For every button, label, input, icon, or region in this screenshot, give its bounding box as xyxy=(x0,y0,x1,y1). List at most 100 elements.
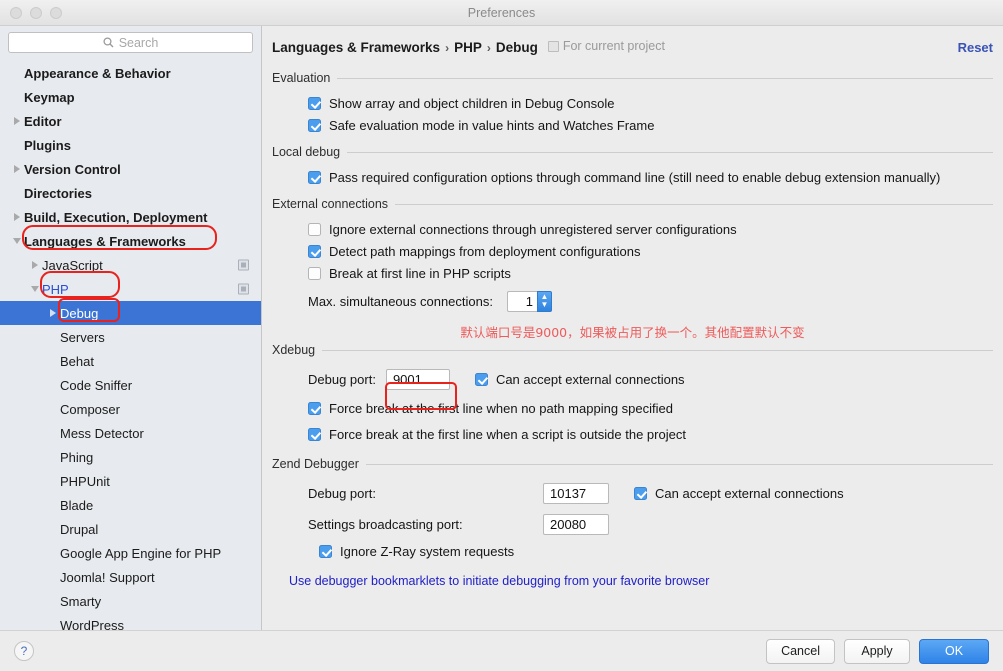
xdebug-debug-port-input[interactable]: 9001 xyxy=(385,368,450,390)
section-body: Debug port: 9001 Can accept external con… xyxy=(272,357,993,445)
search-input[interactable]: Search xyxy=(8,32,253,53)
section-rule xyxy=(365,463,993,465)
sidebar-item-google-app-engine-for-php[interactable]: Google App Engine for PHP xyxy=(0,541,261,565)
sidebar-item-blade[interactable]: Blade xyxy=(0,493,261,517)
section-xdebug: Xdebug Debug port: 9001 Can accept exter… xyxy=(272,343,993,445)
zend-accept-external-checkbox[interactable] xyxy=(634,487,647,500)
sidebar-item-label: Smarty xyxy=(60,593,102,609)
section-label: Xdebug xyxy=(272,343,316,357)
sidebar-item-phing[interactable]: Phing xyxy=(0,445,261,469)
chevron-down-icon[interactable] xyxy=(28,286,42,292)
chevron-right-icon[interactable] xyxy=(46,309,60,317)
sidebar-item-label: Composer xyxy=(60,401,120,417)
sidebar-item-composer[interactable]: Composer xyxy=(0,397,261,421)
breadcrumb-debug: Debug xyxy=(495,39,538,55)
section-evaluation: Evaluation Show array and object childre… xyxy=(272,71,993,136)
sidebar-item-directories[interactable]: Directories xyxy=(0,181,261,205)
help-button[interactable]: ? xyxy=(14,641,34,661)
max-connections-stepper[interactable]: 1 ▲ ▼ xyxy=(506,290,552,312)
checkbox-row[interactable]: Ignore external connections through unre… xyxy=(308,218,993,240)
pass-config-options-checkbox[interactable] xyxy=(308,170,321,184)
force-break-no-path-mapping-checkbox[interactable] xyxy=(308,401,321,415)
checkbox-row[interactable]: Safe evaluation mode in value hints and … xyxy=(308,114,993,136)
sidebar-item-behat[interactable]: Behat xyxy=(0,349,261,373)
sidebar-item-php[interactable]: PHP xyxy=(0,277,261,301)
settings-tree[interactable]: Appearance & Behavior Keymap Editor Plugins… xyxy=(0,57,261,630)
sidebar-item-joomla-support[interactable]: Joomla! Support xyxy=(0,565,261,589)
zend-broadcast-row: Settings broadcasting port: 20080 xyxy=(308,509,993,540)
checkbox-label: Detect path mappings from deployment con… xyxy=(329,243,641,259)
sidebar-item-phpunit[interactable]: PHPUnit xyxy=(0,469,261,493)
xdebug-accept-external-label: Can accept external connections xyxy=(495,371,685,387)
sidebar-item-debug[interactable]: Debug xyxy=(0,301,261,325)
sidebar-item-appearance-behavior[interactable]: Appearance & Behavior xyxy=(0,61,261,85)
sidebar-item-version-control[interactable]: Version Control xyxy=(0,157,261,181)
checkbox-row[interactable]: Ignore Z-Ray system requests xyxy=(308,540,993,562)
section-body: Debug port: 10137 Can accept external co… xyxy=(272,471,993,562)
project-scope-icon xyxy=(547,40,559,52)
sidebar-item-drupal[interactable]: Drupal xyxy=(0,517,261,541)
sidebar-item-mess-detector[interactable]: Mess Detector xyxy=(0,421,261,445)
sidebar-item-label: Version Control xyxy=(24,161,121,177)
max-connections-value[interactable]: 1 xyxy=(506,290,537,312)
sidebar-item-servers[interactable]: Servers xyxy=(0,325,261,349)
breadcrumb-php[interactable]: PHP xyxy=(454,40,482,55)
sidebar-item-plugins[interactable]: Plugins xyxy=(0,133,261,157)
section-title: Xdebug xyxy=(272,343,993,357)
annotation-note: 默认端口号是9000，如果被占用了换一个。其他配置默认不变 xyxy=(460,325,805,340)
apply-button[interactable]: Apply xyxy=(844,638,910,664)
chevron-right-icon[interactable] xyxy=(10,117,24,125)
breadcrumb-separator: › xyxy=(486,40,491,55)
chevron-right-icon[interactable] xyxy=(10,165,24,173)
checkbox-row[interactable]: Pass required configuration options thro… xyxy=(308,166,993,188)
sidebar-item-label: Joomla! Support xyxy=(60,569,155,585)
checkbox-row[interactable]: Break at first line in PHP scripts xyxy=(308,262,993,284)
sidebar-item-code-sniffer[interactable]: Code Sniffer xyxy=(0,373,261,397)
sidebar-item-keymap[interactable]: Keymap xyxy=(0,85,261,109)
sidebar-item-label: WordPress xyxy=(60,617,125,631)
xdebug-port-row: Debug port: 9001 Can accept external con… xyxy=(308,364,993,394)
sidebar-item-smarty[interactable]: Smarty xyxy=(0,589,261,613)
zend-broadcast-port-input[interactable]: 20080 xyxy=(543,514,609,535)
show-array-children-checkbox[interactable] xyxy=(308,96,321,110)
xdebug-accept-external-checkbox[interactable] xyxy=(474,372,488,386)
section-label: External connections xyxy=(272,197,389,211)
zend-debug-port-input[interactable]: 10137 xyxy=(543,483,609,504)
checkbox-row[interactable]: Detect path mappings from deployment con… xyxy=(308,240,993,262)
sidebar-item-build-execution-deployment[interactable]: Build, Execution, Deployment xyxy=(0,205,261,229)
break-first-line-php-checkbox[interactable] xyxy=(308,266,321,280)
sidebar-item-javascript[interactable]: JavaScript xyxy=(0,253,261,277)
ok-button[interactable]: OK xyxy=(919,638,989,664)
section-label: Local debug xyxy=(272,145,341,159)
breadcrumb-languages[interactable]: Languages & Frameworks xyxy=(272,40,440,55)
safe-evaluation-mode-checkbox[interactable] xyxy=(308,118,321,132)
dialog-footer: ? Cancel Apply OK xyxy=(0,630,1003,671)
section-label: Zend Debugger xyxy=(272,457,359,471)
title-bar: Preferences xyxy=(0,0,1003,26)
stepper-arrows[interactable]: ▲ ▼ xyxy=(536,290,552,312)
ignore-external-connections-checkbox[interactable] xyxy=(308,222,321,236)
breadcrumb-separator: › xyxy=(445,40,450,55)
cancel-button[interactable]: Cancel xyxy=(766,638,835,664)
chevron-down-icon[interactable] xyxy=(10,238,24,244)
checkbox-label: Pass required configuration options thro… xyxy=(329,169,941,185)
sidebar-item-editor[interactable]: Editor xyxy=(0,109,261,133)
bookmarklet-link[interactable]: Use debugger bookmarklets to initiate de… xyxy=(272,574,993,588)
reset-link[interactable]: Reset xyxy=(958,40,993,55)
force-break-outside-project-checkbox[interactable] xyxy=(308,427,321,441)
section-external-connections: External connections Ignore external con… xyxy=(272,197,993,315)
sidebar-item-wordpress[interactable]: WordPress xyxy=(0,613,261,631)
checkbox-row[interactable]: Force break at the first line when no pa… xyxy=(308,397,993,419)
sidebar-item-label: Languages & Frameworks xyxy=(24,233,186,249)
chevron-right-icon[interactable] xyxy=(10,213,24,221)
ignore-zray-checkbox[interactable] xyxy=(319,544,332,558)
detect-path-mappings-checkbox[interactable] xyxy=(308,244,321,258)
max-connections-row: Max. simultaneous connections: 1 ▲ ▼ xyxy=(308,287,993,315)
checkbox-row[interactable]: Show array and object children in Debug … xyxy=(308,92,993,114)
sidebar-item-label: Blade xyxy=(60,497,94,513)
checkbox-row[interactable]: Force break at the first line when a scr… xyxy=(308,423,993,445)
stepper-down-icon[interactable]: ▼ xyxy=(541,301,549,309)
sidebar-item-label: PHP xyxy=(42,281,69,297)
chevron-right-icon[interactable] xyxy=(28,261,42,269)
sidebar-item-languages-frameworks[interactable]: Languages & Frameworks xyxy=(0,229,261,253)
